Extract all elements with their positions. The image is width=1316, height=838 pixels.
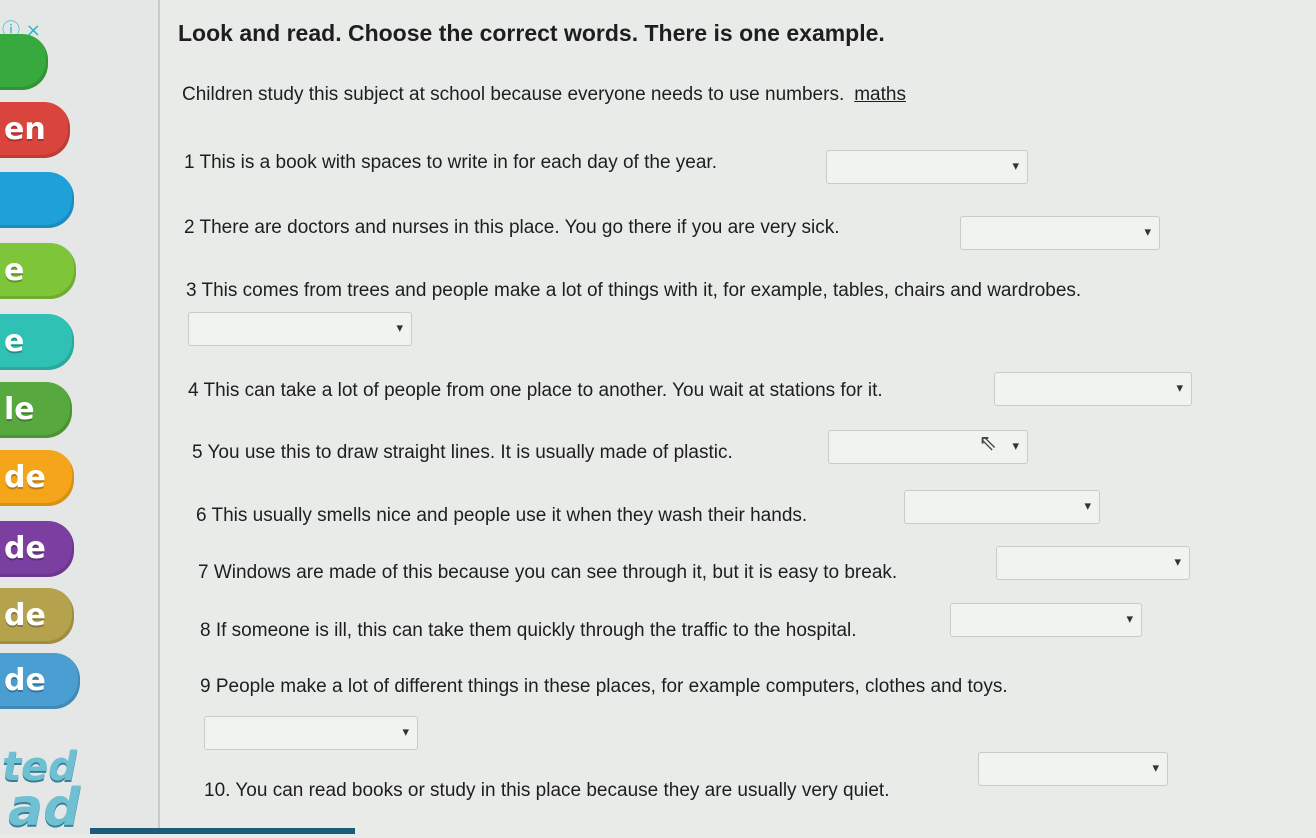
mouse-pointer-icon: ⇖ (978, 431, 997, 456)
deco-word-2: ad (8, 778, 81, 838)
chevron-down-icon: ▾ (1174, 555, 1181, 570)
chevron-down-icon: ▾ (1176, 381, 1183, 396)
chevron-down-icon: ▾ (1012, 439, 1019, 454)
chevron-down-icon: ▾ (1144, 225, 1151, 240)
question-5: 5 You use this to draw straight lines. I… (192, 442, 733, 463)
answer-dropdown-3[interactable]: ▾ (188, 312, 412, 346)
example-answer: maths (854, 84, 906, 105)
answer-dropdown-5[interactable]: ⇖ ▾ (828, 430, 1028, 464)
chevron-down-icon: ▾ (402, 725, 409, 740)
chevron-down-icon: ▾ (1126, 612, 1133, 627)
sidebar-item-3[interactable] (0, 172, 74, 228)
question-4: 4 This can take a lot of people from one… (188, 380, 883, 401)
exercise-heading: Look and read. Choose the correct words.… (178, 20, 885, 46)
question-1: 1 This is a book with spaces to write in… (184, 152, 717, 173)
sidebar: ⓘ × en e e le de de de de ted ad (0, 0, 355, 838)
answer-dropdown-6[interactable]: ▾ (904, 490, 1100, 524)
answer-dropdown-4[interactable]: ▾ (994, 372, 1192, 406)
question-2: 2 There are doctors and nurses in this p… (184, 217, 840, 238)
sidebar-item-1[interactable] (0, 34, 48, 90)
question-8: 8 If someone is ill, this can take them … (200, 620, 857, 641)
question-6: 6 This usually smells nice and people us… (196, 505, 808, 526)
chevron-down-icon: ▾ (1084, 499, 1091, 514)
chevron-down-icon: ▾ (396, 321, 403, 336)
sidebar-item-6[interactable]: le (0, 382, 72, 438)
question-9: 9 People make a lot of different things … (200, 676, 1008, 697)
sidebar-item-8[interactable]: de (0, 521, 74, 577)
chevron-down-icon: ▾ (1012, 159, 1019, 174)
sidebar-item-2[interactable]: en (0, 102, 70, 158)
question-7: 7 Windows are made of this because you c… (198, 562, 898, 583)
answer-dropdown-8[interactable]: ▾ (950, 603, 1142, 637)
sidebar-item-9[interactable]: de (0, 588, 74, 644)
answer-dropdown-10[interactable]: ▾ (978, 752, 1168, 786)
example-text: Children study this subject at school be… (182, 84, 845, 105)
question-10: 10. You can read books or study in this … (204, 780, 890, 801)
example-row: Children study this subject at school be… (182, 84, 906, 106)
answer-dropdown-7[interactable]: ▾ (996, 546, 1190, 580)
sidebar-item-4[interactable]: e (0, 243, 76, 299)
question-3: 3 This comes from trees and people make … (186, 280, 1082, 301)
sidebar-item-5[interactable]: e (0, 314, 74, 370)
sidebar-item-7[interactable]: de (0, 450, 74, 506)
answer-dropdown-9[interactable]: ▾ (204, 716, 418, 750)
exercise: Look and read. Choose the correct words.… (170, 0, 1316, 834)
chevron-down-icon: ▾ (1152, 761, 1159, 776)
sidebar-item-10[interactable]: de (0, 653, 80, 709)
answer-dropdown-2[interactable]: ▾ (960, 216, 1160, 250)
answer-dropdown-1[interactable]: ▾ (826, 150, 1028, 184)
